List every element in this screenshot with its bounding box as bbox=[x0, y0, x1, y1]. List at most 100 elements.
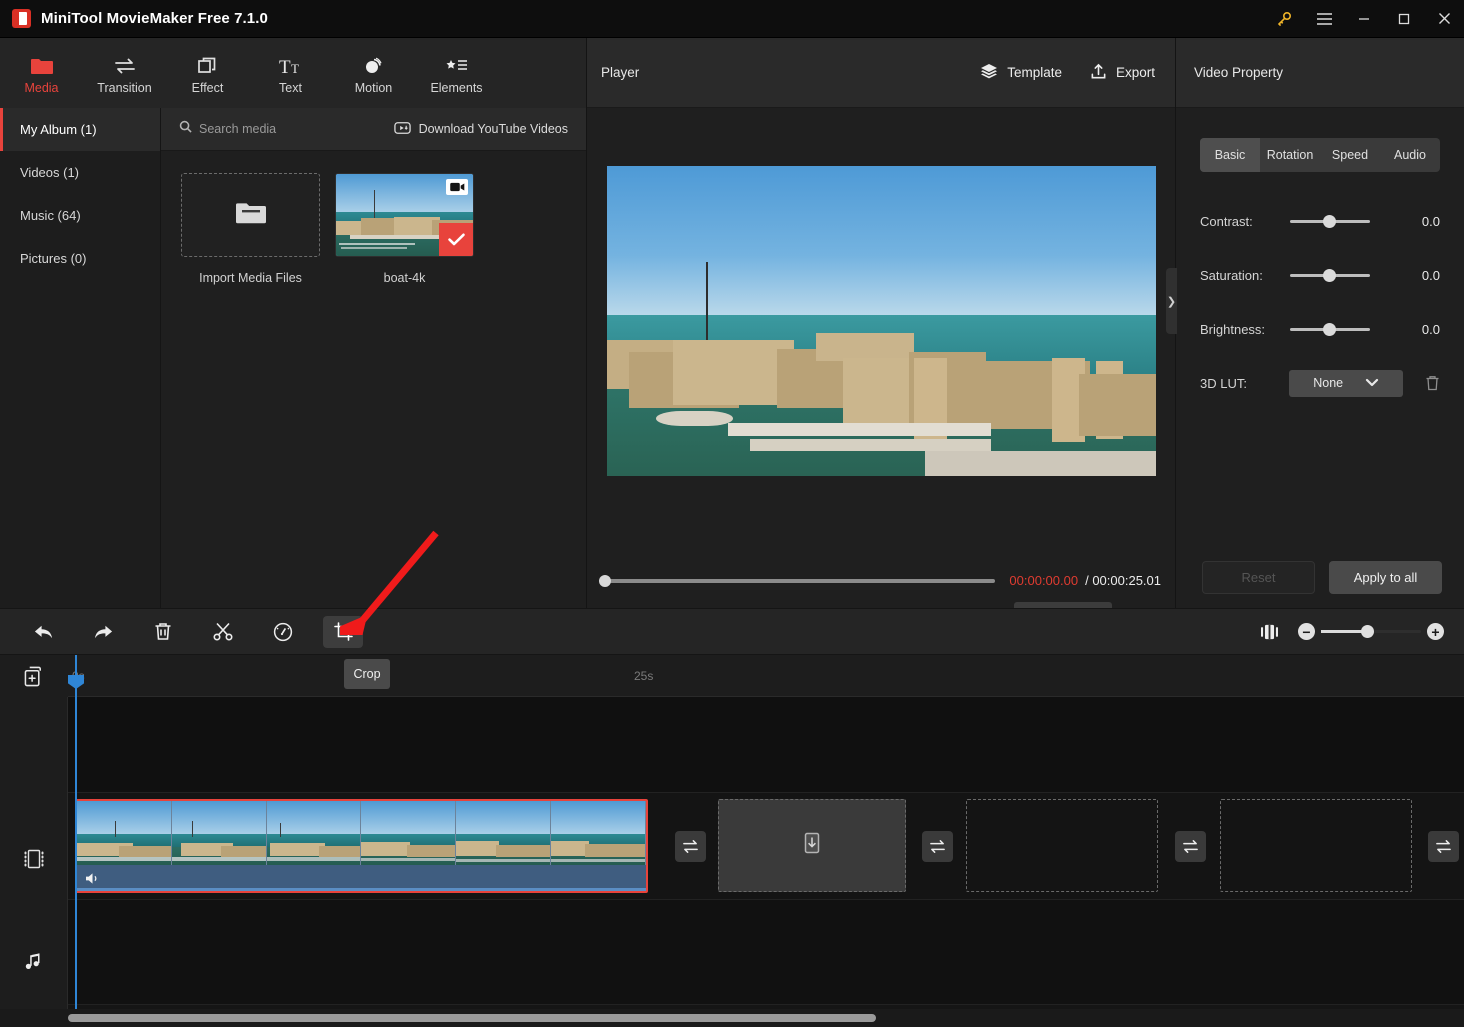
seek-row: 00:00:00.00 / 00:00:25.01 bbox=[587, 563, 1175, 588]
nav-label: Text bbox=[279, 80, 302, 95]
seek-handle[interactable] bbox=[599, 574, 611, 587]
zoom-handle[interactable] bbox=[1361, 625, 1374, 638]
transition-slot-4[interactable] bbox=[1428, 831, 1459, 862]
tab-label: Basic bbox=[1214, 148, 1246, 162]
close-icon[interactable] bbox=[1424, 0, 1464, 38]
slider-handle[interactable] bbox=[1323, 322, 1336, 336]
search-input[interactable] bbox=[199, 122, 359, 136]
timeline-scrollbar[interactable] bbox=[0, 1009, 1464, 1027]
download-youtube-button[interactable]: Download YouTube Videos bbox=[393, 121, 568, 137]
clip-frame bbox=[551, 801, 646, 865]
nav-item-motion[interactable]: Motion bbox=[332, 38, 415, 108]
sidebar-item-videos[interactable]: Videos (1) bbox=[0, 151, 160, 194]
seek-bar[interactable] bbox=[599, 574, 996, 587]
placeholder-slot-3[interactable] bbox=[1220, 799, 1412, 892]
transition-slot-1[interactable] bbox=[675, 831, 706, 862]
tab-speed[interactable]: Speed bbox=[1320, 138, 1380, 172]
upload-icon bbox=[1090, 63, 1107, 83]
nav-item-transition[interactable]: Transition bbox=[83, 38, 166, 108]
placeholder-slot-2[interactable] bbox=[966, 799, 1158, 892]
import-dropzone[interactable] bbox=[181, 173, 320, 257]
reset-button[interactable]: Reset bbox=[1202, 561, 1315, 594]
clip-audio-bar[interactable] bbox=[77, 865, 646, 891]
folder-open-icon bbox=[234, 199, 268, 232]
menu-icon[interactable] bbox=[1304, 0, 1344, 38]
app-logo-icon bbox=[12, 9, 31, 28]
media-item-import[interactable]: Import Media Files bbox=[181, 173, 320, 285]
minus-icon[interactable]: − bbox=[1298, 623, 1315, 640]
audio-track-row[interactable] bbox=[68, 900, 1464, 1005]
slider-handle[interactable] bbox=[1323, 214, 1336, 228]
window-controls bbox=[1264, 0, 1464, 38]
music-note-icon bbox=[0, 950, 68, 974]
timeline-ruler[interactable]: 0s 25s bbox=[68, 655, 1464, 697]
video-camera-icon bbox=[446, 179, 468, 195]
video-property-panel: ❯ Video Property Basic Rotation Speed Au… bbox=[1166, 38, 1464, 608]
placeholder-slot-1[interactable] bbox=[718, 799, 906, 892]
sidebar-item-pictures[interactable]: Pictures (0) bbox=[0, 237, 160, 280]
brightness-slider[interactable] bbox=[1290, 322, 1370, 336]
video-track-row[interactable] bbox=[68, 793, 1464, 900]
ruler-tick-25s: 25s bbox=[634, 669, 654, 683]
nav-item-text[interactable]: T T Text bbox=[249, 38, 332, 108]
text-track-row[interactable] bbox=[68, 697, 1464, 793]
lut-select[interactable]: None bbox=[1289, 369, 1403, 397]
transition-slot-3[interactable] bbox=[1175, 831, 1206, 862]
timeline-clip-boat-4k[interactable] bbox=[75, 799, 648, 893]
contrast-slider[interactable] bbox=[1290, 214, 1370, 228]
timeline-tracks bbox=[68, 697, 1464, 1027]
clip-frame bbox=[171, 801, 267, 865]
search-box[interactable] bbox=[179, 120, 359, 138]
page-title: Video Property bbox=[1194, 65, 1284, 80]
current-time: 00:00:00.00 bbox=[1009, 573, 1079, 588]
playhead[interactable] bbox=[68, 655, 84, 1027]
sidebar-item-music[interactable]: Music (64) bbox=[0, 194, 160, 237]
speed-button[interactable] bbox=[263, 616, 303, 648]
sidebar-item-my-album[interactable]: My Album (1) bbox=[0, 108, 160, 151]
plus-icon[interactable]: + bbox=[1427, 623, 1444, 640]
media-item-boat-4k[interactable]: boat-4k bbox=[335, 173, 474, 285]
nav-item-elements[interactable]: Elements bbox=[415, 38, 498, 108]
property-value: 0.0 bbox=[1421, 267, 1440, 283]
split-view-icon[interactable] bbox=[1261, 624, 1278, 640]
tab-label: Speed bbox=[1331, 148, 1369, 162]
undo-button[interactable] bbox=[23, 616, 63, 648]
split-button[interactable] bbox=[203, 616, 243, 648]
video-preview[interactable] bbox=[607, 166, 1156, 476]
minimize-icon[interactable] bbox=[1344, 0, 1384, 38]
transition-slot-2[interactable] bbox=[922, 831, 953, 862]
zoom-slider[interactable] bbox=[1321, 625, 1421, 638]
sidebar-item-label: Pictures (0) bbox=[20, 251, 87, 266]
scrollbar-thumb[interactable] bbox=[68, 1014, 876, 1022]
chevron-right-icon[interactable]: ❯ bbox=[1166, 268, 1177, 334]
clip-frame bbox=[456, 801, 552, 865]
edit-toolbar: − + bbox=[0, 608, 1464, 655]
property-value: 0.0 bbox=[1421, 321, 1440, 337]
star-list-icon bbox=[445, 52, 469, 76]
nav-item-effect[interactable]: Effect bbox=[166, 38, 249, 108]
saturation-slider[interactable] bbox=[1290, 268, 1370, 282]
key-icon[interactable] bbox=[1264, 0, 1304, 38]
trash-icon[interactable] bbox=[1425, 375, 1440, 391]
nav-item-media[interactable]: Media bbox=[0, 38, 83, 108]
apply-to-all-button[interactable]: Apply to all bbox=[1329, 561, 1442, 594]
main-navigation: Media Transition Effect T T Text Motion … bbox=[0, 38, 587, 108]
maximize-icon[interactable] bbox=[1384, 0, 1424, 38]
property-label: 3D LUT: bbox=[1200, 375, 1247, 391]
volume-icon[interactable] bbox=[85, 872, 100, 885]
property-rows: Contrast: 0.0 Saturation: 0.0 Brightness… bbox=[1176, 194, 1464, 410]
redo-button[interactable] bbox=[83, 616, 123, 648]
media-thumbnail[interactable] bbox=[335, 173, 474, 257]
tab-rotation[interactable]: Rotation bbox=[1260, 138, 1320, 172]
tab-audio[interactable]: Audio bbox=[1380, 138, 1440, 172]
add-media-icon[interactable] bbox=[0, 655, 68, 697]
tab-basic[interactable]: Basic bbox=[1200, 138, 1260, 172]
export-label: Export bbox=[1115, 65, 1155, 80]
export-button[interactable]: Export bbox=[1090, 63, 1155, 83]
delete-button[interactable] bbox=[143, 616, 183, 648]
template-button[interactable]: Template bbox=[980, 63, 1062, 82]
property-label: Brightness: bbox=[1200, 321, 1266, 337]
slider-handle[interactable] bbox=[1323, 268, 1336, 282]
library-sidebar: My Album (1) Videos (1) Music (64) Pictu… bbox=[0, 108, 161, 608]
clip-frame bbox=[77, 801, 172, 865]
